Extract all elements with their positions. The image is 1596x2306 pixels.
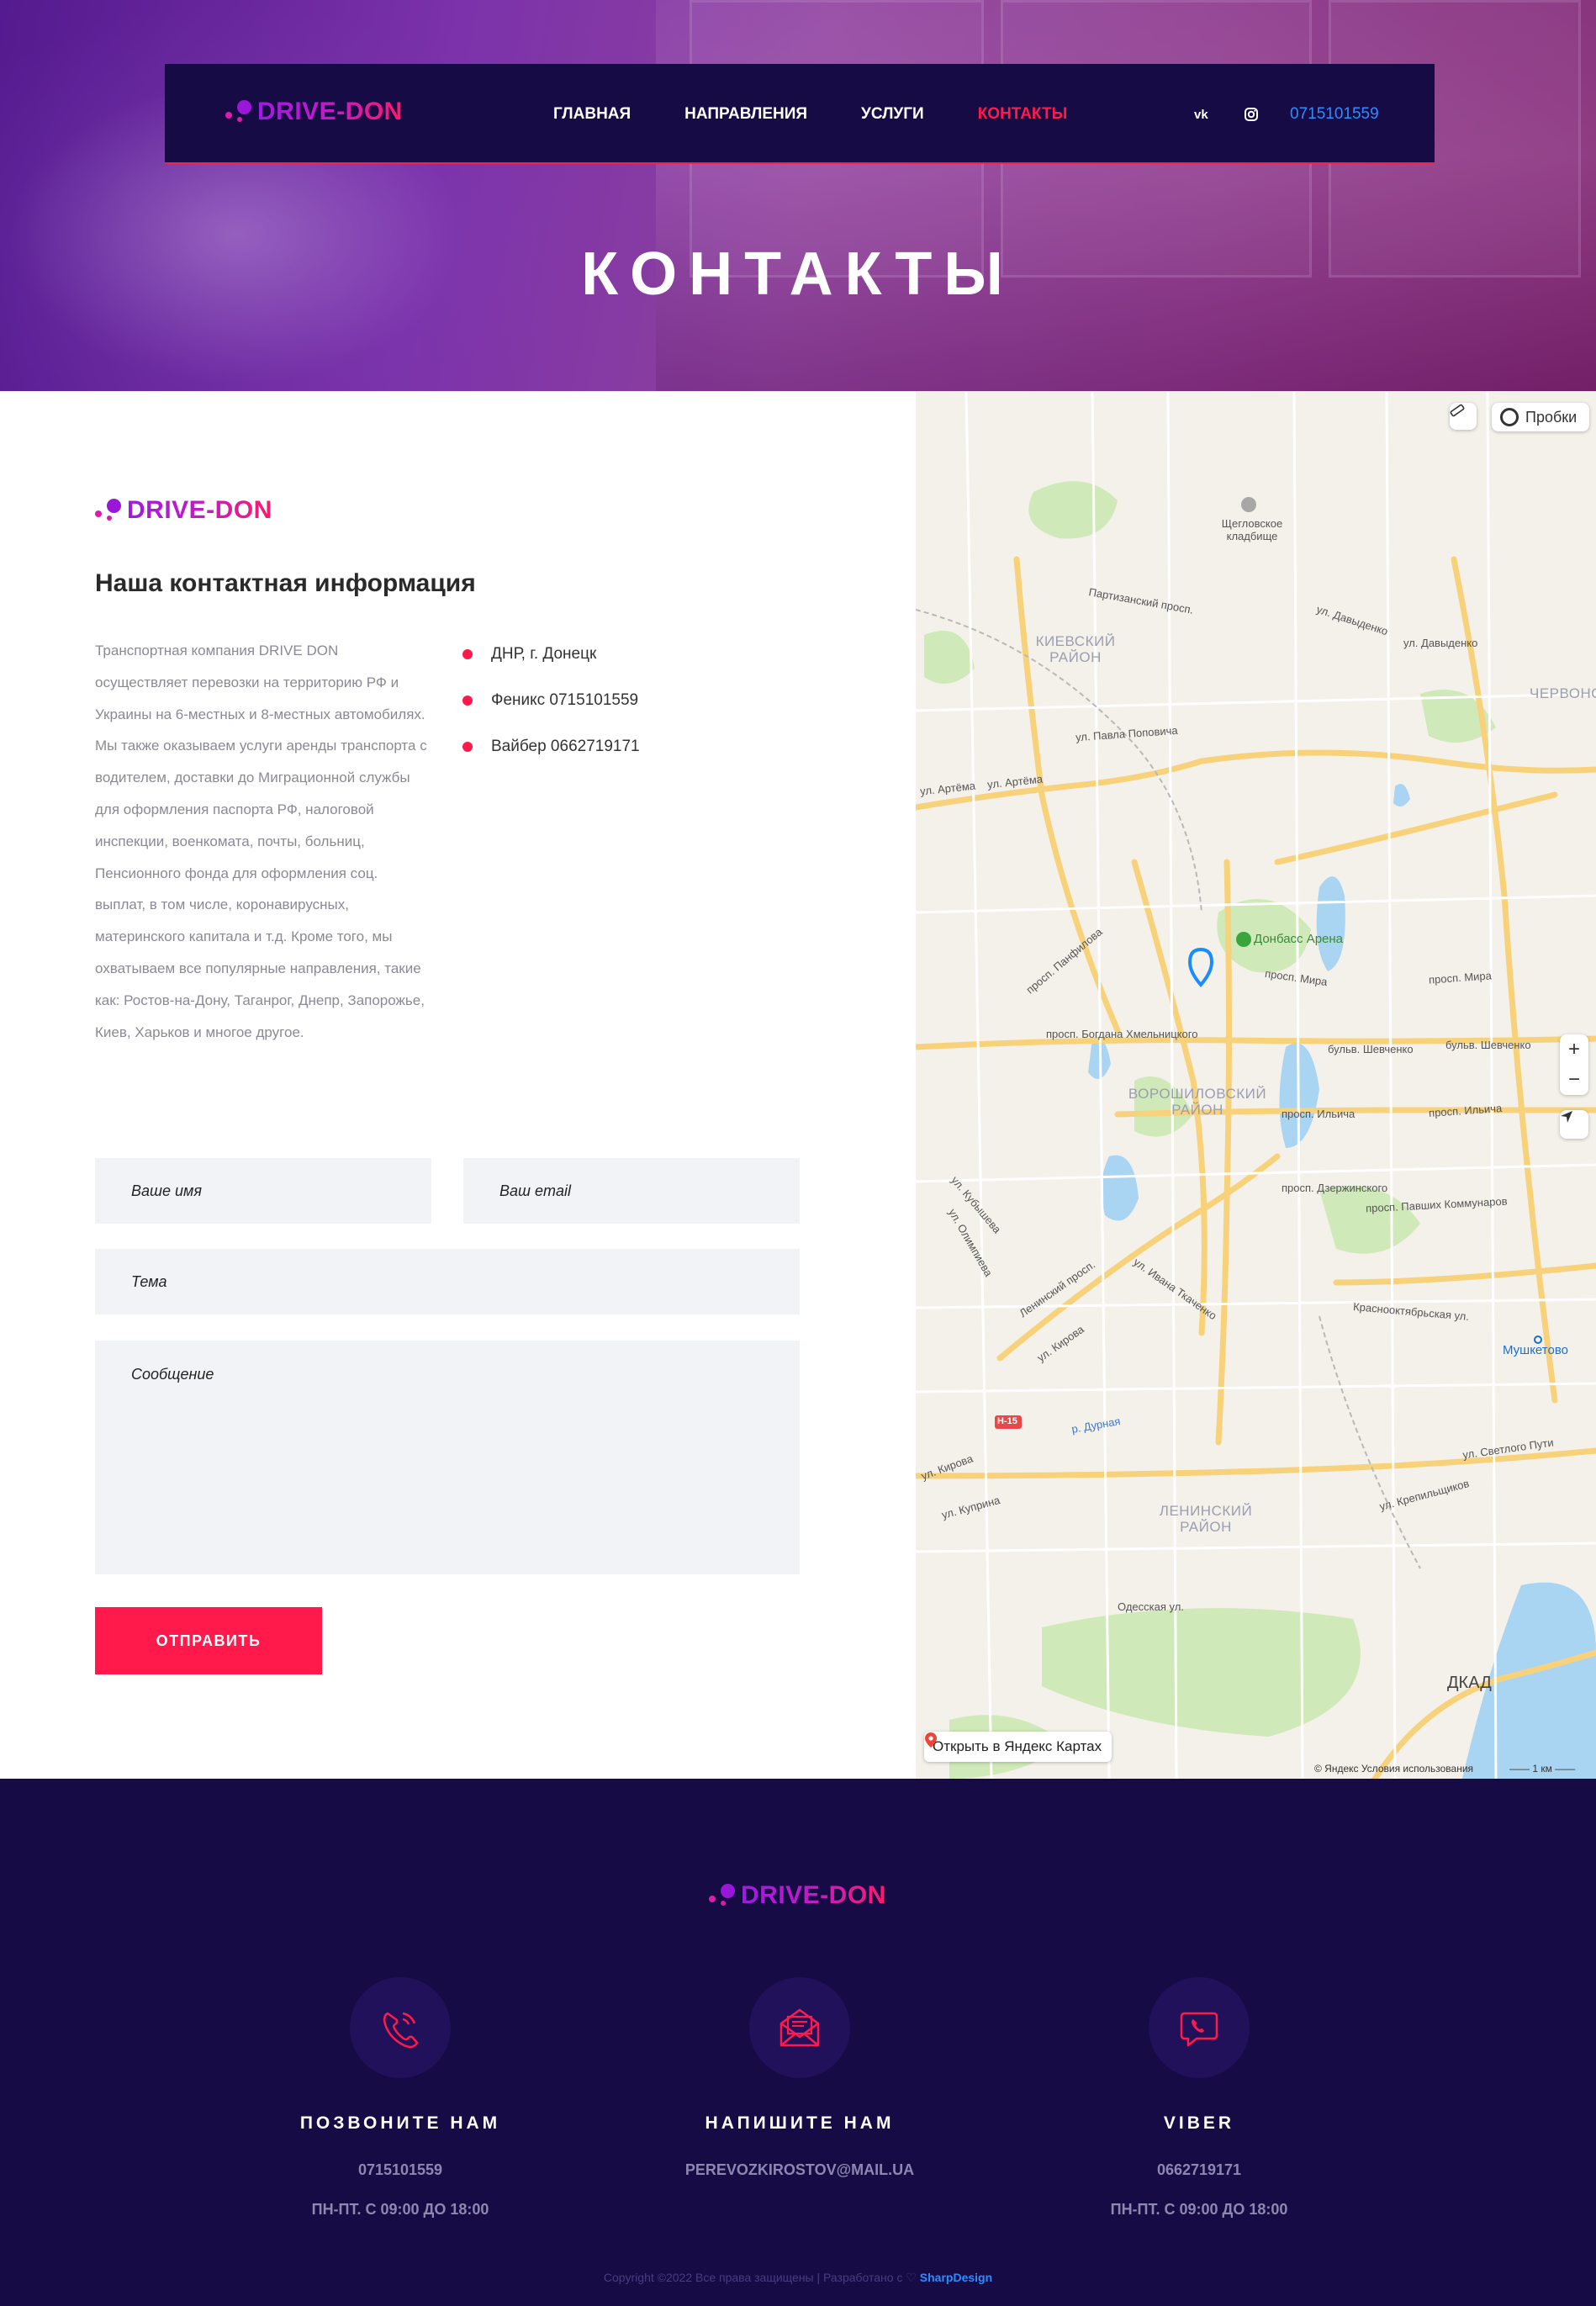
nav-social: vk 0715101559: [1192, 64, 1379, 164]
map-label-street: просп. Богдана Хмельницкого: [1046, 1028, 1198, 1040]
footer-feature-title: ПОЗВОНИТЕ НАМ: [299, 2113, 501, 2133]
instagram-icon[interactable]: [1241, 104, 1261, 124]
page-title: КОНТАКТЫ: [581, 241, 1015, 308]
name-input[interactable]: [95, 1158, 431, 1224]
yandex-map[interactable]: Щегловское кладбище КИЕВСКИЙ РАЙОН ВОРОШ…: [916, 391, 1596, 1779]
bullet-icon: [462, 648, 473, 659]
map-label-road-number: Н-15: [997, 1416, 1017, 1426]
subject-input[interactable]: [95, 1249, 800, 1314]
zoom-out-button[interactable]: −: [1568, 1065, 1580, 1095]
map-label-district-kievsky: КИЕВСКИЙ РАЙОН: [1035, 633, 1116, 665]
contact-detail-viber: Вайбер 0662719171: [462, 723, 640, 770]
map-label-street: просп. Ильича: [1282, 1108, 1356, 1120]
contact-logo: DRIVE-DON: [95, 496, 272, 525]
map-label-district-voroshilovsky: ВОРОШИЛОВСКИЙ РАЙОН: [1128, 1086, 1267, 1118]
ruler-icon: [1450, 404, 1465, 417]
map-label-district-chervono: ЧЕРВОНО: [1530, 685, 1596, 701]
nav-menu: ГЛАВНАЯ НАПРАВЛЕНИЯ УСЛУГИ КОНТАКТЫ: [553, 64, 1121, 164]
map-label-district-leninsky: ЛЕНИНСКИЙ РАЙОН: [1159, 1503, 1253, 1535]
traffic-icon: [1500, 408, 1519, 426]
footer-feature-title: НАПИШИТЕ НАМ: [705, 2113, 895, 2133]
nav-item-contacts[interactable]: КОНТАКТЫ: [978, 105, 1068, 124]
footer-hours: ПН-ПТ. С 09:00 ДО 18:00: [1110, 2201, 1288, 2218]
contact-section: DRIVE-DON Наша контактная информация Тра…: [0, 391, 916, 1779]
logo-mark-icon: [95, 497, 127, 524]
zoom-in-button[interactable]: +: [1568, 1034, 1580, 1065]
logo[interactable]: DRIVE-DON: [225, 98, 403, 126]
contact-detail-phone: Феникс 0715101559: [462, 677, 640, 723]
nav-item-services[interactable]: УСЛУГИ: [861, 105, 924, 124]
nav-item-home[interactable]: ГЛАВНАЯ: [553, 105, 631, 124]
vk-icon[interactable]: vk: [1192, 104, 1213, 124]
footer-feature-mail: НАПИШИТЕ НАМ PEREVOZKIROSTOV@MAIL.UA: [648, 1977, 951, 2179]
geolocation-icon: [1561, 1111, 1572, 1123]
copyright: Copyright ©2022 Все права защищены | Раз…: [603, 2271, 993, 2284]
footer: DRIVE-DON ПОЗВОНИТЕ НАМ 0715101559 ПН-ПТ…: [0, 1779, 1596, 2306]
ruler-button[interactable]: [1450, 403, 1477, 430]
svg-text:vk: vk: [1194, 108, 1208, 120]
logo-text: DRIVE-DON: [257, 98, 403, 125]
geolocation-button[interactable]: [1560, 1110, 1588, 1139]
contact-details: ДНР, г. Донецк Феникс 0715101559 Вайбер …: [462, 631, 640, 770]
footer-email[interactable]: PEREVOZKIROSTOV@MAIL.UA: [648, 2161, 951, 2179]
map-label-mushketovo: Мушкетово: [1503, 1343, 1568, 1357]
footer-feature-title: VIBER: [1163, 2113, 1235, 2133]
logo-text: DRIVE-DON: [127, 496, 272, 524]
bullet-icon: [462, 741, 473, 752]
map-label-street: просп. Дзержинского: [1282, 1182, 1388, 1194]
logo-mark-icon: [709, 1882, 741, 1909]
footer-hours: ПН-ПТ. С 09:00 ДО 18:00: [311, 2201, 489, 2218]
map-label-cemetery: Щегловское кладбище: [1221, 517, 1283, 542]
map-label-donbass-arena: Донбасс Арена: [1254, 932, 1344, 946]
bullet-icon: [462, 695, 473, 706]
contact-detail-address: ДНР, г. Донецк: [462, 631, 640, 677]
logo-text: DRIVE-DON: [741, 1881, 886, 1909]
contact-title: Наша контактная информация: [95, 569, 476, 597]
contact-description: Транспортная компания DRIVE DON осуществ…: [95, 643, 427, 1040]
logo-mark-icon: [225, 98, 257, 125]
submit-button[interactable]: ОТПРАВИТЬ: [95, 1607, 322, 1674]
map-pin-icon: [925, 1732, 937, 1748]
footer-feature-call: ПОЗВОНИТЕ НАМ 0715101559 ПН-ПТ. С 09:00 …: [249, 1977, 552, 2219]
phone-icon: [383, 2012, 419, 2049]
map-scale: —— 1 км ——: [1509, 1763, 1576, 1774]
map-canvas: [916, 391, 1596, 1779]
footer-logo[interactable]: DRIVE-DON: [709, 1881, 886, 1910]
map-label-dkad: ДКАД: [1447, 1674, 1492, 1692]
footer-feature-viber: VIBER 0662719171 ПН-ПТ. С 09:00 ДО 18:00: [1048, 1977, 1350, 2219]
message-textarea[interactable]: [95, 1341, 800, 1574]
map-label-street: Одесская ул.: [1118, 1600, 1184, 1613]
traffic-button[interactable]: Пробки: [1492, 403, 1589, 431]
footer-viber-number[interactable]: 0662719171: [1048, 2161, 1350, 2179]
hero-banner: КОНТАКТЫ: [0, 0, 1596, 391]
map-label-street: бульв. Шевченко: [1328, 1043, 1414, 1055]
nav-item-directions[interactable]: НАПРАВЛЕНИЯ: [684, 105, 807, 124]
map-copyright[interactable]: © Яндекс Условия использования: [1314, 1763, 1473, 1774]
email-input[interactable]: [463, 1158, 800, 1224]
developer-link[interactable]: SharpDesign: [920, 2271, 992, 2284]
open-in-yandex-maps-button[interactable]: Открыть в Яндекс Картах: [924, 1732, 1112, 1762]
mail-icon: [780, 2008, 820, 2047]
footer-phone[interactable]: 0715101559: [249, 2161, 552, 2179]
main-navbar: DRIVE-DON ГЛАВНАЯ НАПРАВЛЕНИЯ УСЛУГИ КОН…: [165, 64, 1435, 164]
nav-phone-link[interactable]: 0715101559: [1290, 105, 1379, 124]
zoom-control: + −: [1560, 1034, 1588, 1095]
map-label-street: ул. Давыденко: [1403, 637, 1478, 649]
viber-icon: [1180, 2012, 1218, 2047]
map-label-street: бульв. Шевченко: [1445, 1039, 1531, 1051]
